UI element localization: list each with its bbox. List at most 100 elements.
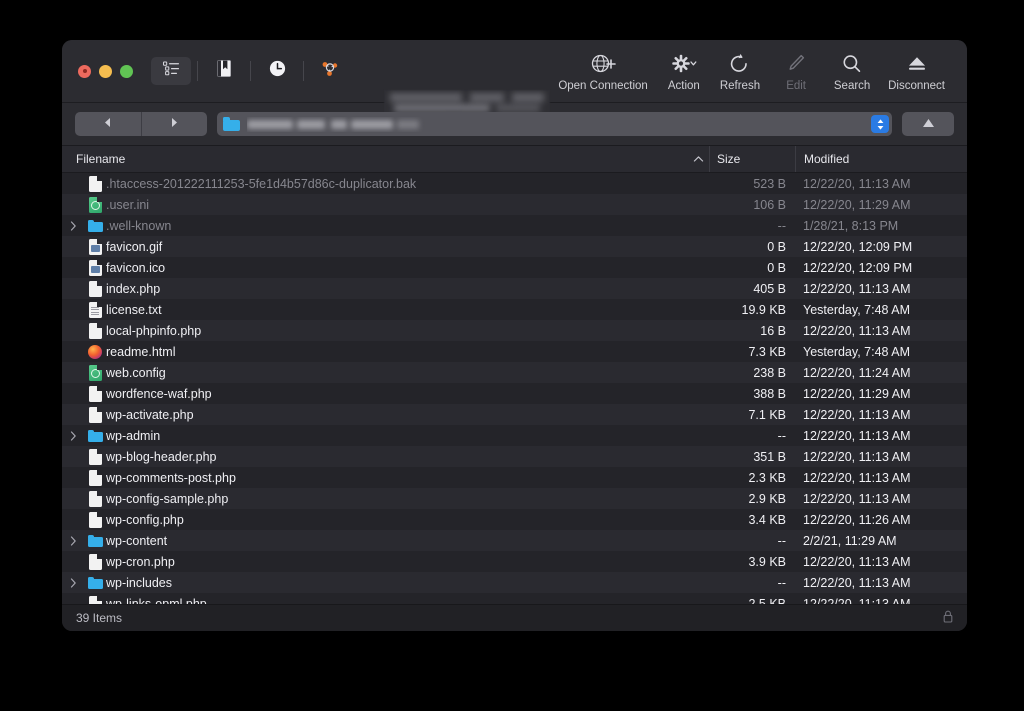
disclosure-triangle[interactable]	[62, 430, 84, 441]
chevron-left-icon	[103, 115, 112, 133]
file-name: web.config	[106, 365, 166, 380]
bookmarks-button[interactable]	[204, 57, 244, 85]
disclosure-triangle[interactable]	[62, 535, 84, 546]
file-size: 0 B	[767, 239, 786, 254]
open-connection-button[interactable]: Open Connection	[550, 48, 656, 92]
file-size: 238 B	[753, 365, 786, 380]
forward-button[interactable]	[140, 112, 208, 136]
file-row[interactable]: wp-config-sample.php 2.9 KB 12/22/20, 11:1…	[62, 488, 967, 509]
file-size: 7.3 KB	[748, 344, 786, 359]
file-size: --	[777, 428, 786, 443]
file-row[interactable]: favicon.ico 0 B 12/22/20, 12:09 PM	[62, 257, 967, 278]
file-size: 0 B	[767, 260, 786, 275]
parent-directory-button[interactable]	[902, 112, 954, 136]
file-name: wp-config-sample.php	[106, 491, 229, 506]
search-label: Search	[833, 80, 871, 92]
column-header-size[interactable]: Size	[709, 146, 795, 172]
search-button[interactable]: Search	[824, 48, 880, 92]
file-name: .user.ini	[106, 197, 150, 212]
back-button[interactable]	[75, 112, 141, 136]
file-row[interactable]: license.txt 19.9 KB Yesterday, 7:48 AM	[62, 299, 967, 320]
file-modified: 2/2/21, 11:29 AM	[803, 533, 897, 548]
path-input[interactable]	[217, 112, 892, 136]
image-file-icon	[88, 259, 102, 276]
config-file-icon	[88, 196, 102, 213]
file-name: readme.html	[106, 344, 176, 359]
file-row[interactable]: wordfence-waf.php 388 B 12/22/20, 11:29 AM	[62, 383, 967, 404]
file-list[interactable]: .htaccess-201222111253-5fe1d4b57d86c-dup…	[62, 173, 967, 614]
zoom-button[interactable]	[120, 64, 133, 78]
edit-button[interactable]: Edit	[768, 48, 824, 92]
file-row[interactable]: favicon.gif 0 B 12/22/20, 12:09 PM	[62, 236, 967, 257]
column-header-modified[interactable]: Modified	[795, 146, 967, 172]
search-icon	[842, 51, 862, 77]
folder-icon	[87, 534, 103, 547]
file-modified: 12/22/20, 11:26 AM	[803, 512, 911, 527]
column-header-filename[interactable]: Filename	[62, 152, 687, 166]
image-file-icon	[88, 238, 102, 255]
network-nodes-icon	[321, 60, 339, 82]
file-row[interactable]: wp-config.php 3.4 KB 12/22/20, 11:26 AM	[62, 509, 967, 530]
file-row[interactable]: web.config 238 B 12/22/20, 11:24 AM	[62, 362, 967, 383]
file-row[interactable]: wp-includes -- 12/22/20, 11:13 AM	[62, 572, 967, 593]
action-label: Action	[667, 80, 700, 92]
file-modified: Yesterday, 7:48 AM	[803, 302, 911, 317]
close-button[interactable]	[78, 64, 91, 78]
file-row[interactable]: .user.ini 106 B 12/22/20, 11:29 AM	[62, 194, 967, 215]
folder-icon	[87, 429, 103, 442]
file-modified: 12/22/20, 11:29 AM	[803, 197, 911, 212]
file-modified: 12/22/20, 11:13 AM	[803, 407, 911, 422]
config-file-icon	[88, 364, 102, 381]
file-row[interactable]: wp-blog-header.php 351 B 12/22/20, 11:13 A…	[62, 446, 967, 467]
history-button[interactable]	[257, 57, 297, 85]
file-size: 3.9 KB	[748, 554, 786, 569]
file-name: .well-known	[106, 218, 172, 233]
refresh-button[interactable]: Refresh	[712, 48, 768, 92]
folder-icon	[223, 117, 240, 131]
file-row[interactable]: wp-comments-post.php 2.3 KB 12/22/20, 11:1…	[62, 467, 967, 488]
folder-icon	[87, 576, 103, 589]
clock-icon	[269, 60, 286, 82]
browser-view-toggle[interactable]	[151, 57, 191, 85]
file-name: .htaccess-201222111253-5fe1d4b57d86c-dup…	[106, 176, 417, 191]
file-row[interactable]: local-phpinfo.php 16 B 12/22/20, 11:13 AM	[62, 320, 967, 341]
bonjour-button[interactable]	[310, 57, 350, 85]
refresh-icon	[729, 51, 750, 77]
action-button[interactable]: Action	[656, 48, 712, 92]
file-row[interactable]: index.php 405 B 12/22/20, 11:13 AM	[62, 278, 967, 299]
file-row[interactable]: wp-admin -- 12/22/20, 11:13 AM	[62, 425, 967, 446]
file-modified: 12/22/20, 11:13 AM	[803, 323, 911, 338]
path-stepper-button[interactable]	[871, 115, 889, 133]
file-row[interactable]: .well-known -- 1/28/21, 8:13 PM	[62, 215, 967, 236]
file-row[interactable]: .htaccess-201222111253-5fe1d4b57d86c-dup…	[62, 173, 967, 194]
file-size: 523 B	[753, 176, 786, 191]
firefox-html-icon	[88, 344, 102, 359]
file-row[interactable]: wp-activate.php 7.1 KB 12/22/20, 11:13 AM	[62, 404, 967, 425]
disclosure-triangle[interactable]	[62, 577, 84, 588]
file-size: 3.4 KB	[748, 512, 786, 527]
triangle-up-icon	[922, 115, 935, 133]
disclosure-triangle[interactable]	[62, 220, 84, 231]
file-size: --	[777, 575, 786, 590]
file-row[interactable]: wp-cron.php 3.9 KB 12/22/20, 11:13 AM	[62, 551, 967, 572]
file-size: --	[777, 533, 786, 548]
file-name: index.php	[106, 281, 161, 296]
lock-icon[interactable]	[943, 610, 953, 626]
file-modified: 12/22/20, 11:13 AM	[803, 176, 911, 191]
chevron-right-icon	[170, 115, 179, 133]
file-modified: 12/22/20, 11:29 AM	[803, 386, 911, 401]
edit-label: Edit	[786, 80, 807, 92]
file-row[interactable]: wp-content -- 2/2/21, 11:29 AM	[62, 530, 967, 551]
file-size: 7.1 KB	[748, 407, 786, 422]
file-name: favicon.ico	[106, 260, 166, 275]
file-modified: 12/22/20, 11:13 AM	[803, 575, 911, 590]
list-view-icon	[162, 61, 180, 81]
file-row[interactable]: readme.html 7.3 KB Yesterday, 7:48 AM	[62, 341, 967, 362]
pencil-icon	[787, 51, 806, 77]
file-icon	[88, 280, 102, 297]
minimize-button[interactable]	[99, 64, 112, 78]
disconnect-button[interactable]: Disconnect	[880, 48, 953, 92]
file-icon	[88, 511, 102, 528]
file-modified: 12/22/20, 11:13 AM	[803, 281, 911, 296]
file-name: favicon.gif	[106, 239, 163, 254]
